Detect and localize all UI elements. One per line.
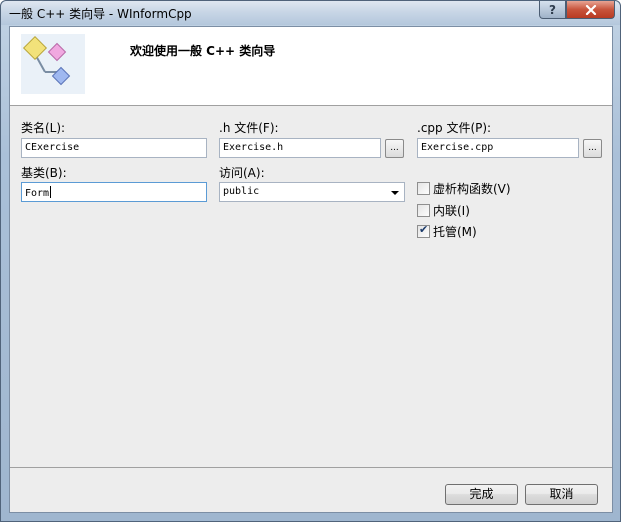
class-name-label: 类名(L): — [21, 121, 66, 135]
managed-label: 托管(M) — [433, 225, 477, 239]
access-value: public — [223, 186, 260, 197]
virtual-destructor-checkbox[interactable] — [417, 182, 430, 195]
h-file-label: .h 文件(F): — [219, 121, 279, 135]
base-class-label: 基类(B): — [21, 166, 67, 180]
dialog-body: 欢迎使用一般 C++ 类向导 类名(L): .h 文件(F): .cpp 文件(… — [9, 26, 613, 513]
close-button[interactable] — [566, 1, 615, 19]
class-name-input[interactable]: CExercise — [21, 138, 207, 158]
managed-checkbox[interactable]: ✔ — [417, 223, 430, 238]
class-wizard-icon — [21, 34, 85, 94]
help-button[interactable]: ? — [539, 1, 566, 19]
window-title: 一般 C++ 类向导 - WInformCpp — [9, 7, 192, 21]
title-bar[interactable]: 一般 C++ 类向导 - WInformCpp ? — [1, 1, 620, 25]
h-file-input[interactable]: Exercise.h — [219, 138, 381, 158]
wizard-banner: 欢迎使用一般 C++ 类向导 — [10, 27, 612, 106]
inline-checkbox[interactable] — [417, 204, 430, 217]
chevron-down-icon — [391, 191, 399, 195]
base-class-value: Form — [25, 188, 50, 199]
access-dropdown[interactable]: public — [219, 182, 405, 202]
inline-label: 内联(I) — [433, 204, 470, 218]
footer-divider — [10, 467, 612, 468]
cancel-button[interactable]: 取消 — [525, 484, 598, 505]
cpp-file-input[interactable]: Exercise.cpp — [417, 138, 579, 158]
virtual-destructor-label: 虚析构函数(V) — [433, 182, 511, 196]
text-caret — [50, 186, 52, 198]
banner-title: 欢迎使用一般 C++ 类向导 — [130, 44, 276, 58]
finish-button[interactable]: 完成 — [445, 484, 518, 505]
cpp-file-label: .cpp 文件(P): — [417, 121, 492, 135]
close-icon — [585, 4, 596, 15]
access-label: 访问(A): — [219, 166, 265, 180]
cpp-file-browse-button[interactable]: ... — [583, 139, 602, 158]
base-class-input[interactable]: Form — [21, 182, 207, 202]
wizard-window: 一般 C++ 类向导 - WInformCpp ? 欢迎使用一般 C++ 类向导… — [0, 0, 621, 522]
h-file-browse-button[interactable]: ... — [385, 139, 404, 158]
check-icon: ✔ — [419, 223, 429, 236]
